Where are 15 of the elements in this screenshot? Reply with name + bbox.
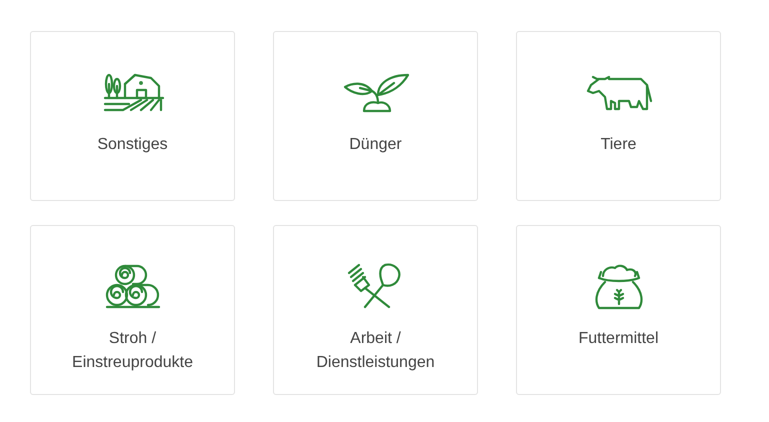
sprout-icon	[342, 71, 410, 113]
category-label: Tiere	[600, 135, 636, 155]
grain-sack-icon	[592, 262, 644, 310]
category-card[interactable]: Sonstiges	[30, 31, 235, 201]
category-label: Dünger	[349, 135, 402, 155]
category-label: Stroh / Einstreuprodukte	[72, 329, 193, 373]
category-label: Arbeit / Dienstleistungen	[316, 329, 435, 373]
category-card[interactable]: Stroh / Einstreuprodukte	[30, 225, 235, 395]
category-label: Sonstiges	[97, 135, 168, 155]
category-card[interactable]: Tiere	[516, 31, 721, 201]
category-card[interactable]: Arbeit / Dienstleistungen	[273, 225, 478, 395]
hay-bales-icon	[104, 263, 160, 309]
category-card[interactable]: Futtermittel	[516, 225, 721, 395]
category-card[interactable]: Dünger	[273, 31, 478, 201]
category-label: Futtermittel	[578, 329, 658, 349]
